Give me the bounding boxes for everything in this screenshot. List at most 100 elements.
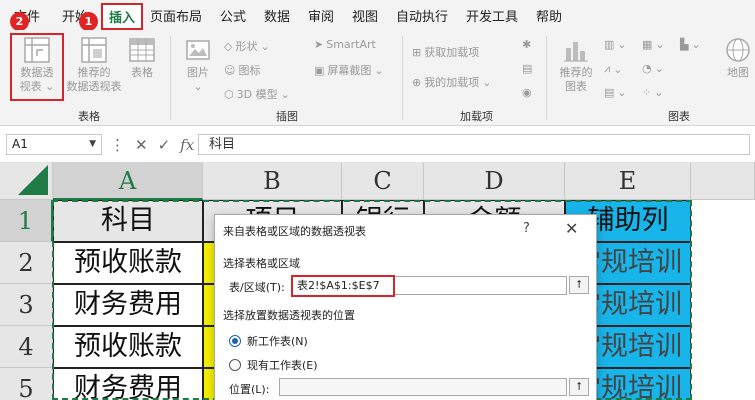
addin-extra-2[interactable]: ▤ [522, 62, 532, 75]
range-label: 表/区域(T): [229, 281, 285, 294]
section-select-range: 选择表格或区域 [223, 257, 300, 270]
get-addins-button[interactable]: ⊞ 获取加载项 [412, 44, 479, 60]
tab-automate[interactable]: 自动执行 [396, 6, 448, 25]
scatter-chart-icon: ⁘ [642, 86, 652, 99]
table-button[interactable]: 表格 [124, 36, 160, 80]
recommended-pivot-button[interactable]: 推荐的 数据透视表 [64, 36, 124, 94]
hierarchy-chart-icon: ▦ [642, 38, 653, 51]
waterfall-chart-button[interactable]: ▙ ⌄ [680, 38, 701, 51]
cell-a1[interactable]: 科目 [53, 200, 203, 242]
tab-view[interactable]: 视图 [352, 6, 378, 25]
section-location: 选择放置数据透视表的位置 [223, 309, 355, 322]
range-input[interactable]: 表2!$A$1:$E$7 [291, 275, 395, 297]
my-addins-button[interactable]: ⊕ 我的加载项 ⌄ [412, 74, 491, 90]
recommended-chart-icon [564, 42, 588, 62]
table-icon [129, 38, 155, 62]
row-header-3[interactable]: 3 [0, 284, 53, 326]
shapes-button[interactable]: ◇ 形状 ⌄ [224, 38, 270, 54]
recommended-pivot-label-1: 推荐的 [77, 66, 111, 79]
illustrations-group-label: 插图 [276, 110, 298, 123]
row-header-4[interactable]: 4 [0, 326, 53, 368]
tab-formulas[interactable]: 公式 [220, 6, 246, 25]
icons-label: 图标 [238, 64, 261, 77]
3d-model-button[interactable]: ⬡ 3D 模型 ⌄ [224, 86, 290, 102]
smartart-icon: ➤ [314, 38, 324, 51]
radio-selected-icon [229, 335, 241, 347]
column-header-c[interactable]: C [342, 162, 424, 200]
formula-bar-actions: ⋮ ✕ ✓ fx [110, 134, 194, 155]
location-label: 位置(L): [229, 383, 270, 396]
table-label: 表格 [131, 66, 153, 79]
cancel-icon[interactable]: ✕ [135, 136, 148, 154]
map-chart-button[interactable]: 地图 [722, 36, 754, 80]
tab-page-layout[interactable]: 页面布局 [150, 6, 202, 25]
addins-group-label: 加载项 [460, 110, 493, 123]
column-chart-button[interactable]: ▥ ⌄ [604, 38, 627, 51]
scatter-chart-button[interactable]: ⁘ ⌄ [642, 86, 663, 99]
smartart-button[interactable]: ➤ SmartArt [314, 38, 376, 51]
cell-a5[interactable]: 财务费用 [53, 368, 203, 400]
help-icon[interactable]: ? [523, 221, 530, 236]
close-icon[interactable]: ✕ [565, 219, 578, 238]
recommended-charts-label-2: 图表 [565, 80, 587, 93]
shapes-label: 形状 [235, 40, 258, 53]
row-header-5[interactable]: 5 [0, 368, 53, 400]
3d-model-label: 3D 模型 [236, 88, 278, 101]
addin-icon: ⊕ [412, 75, 422, 89]
picture-icon [186, 40, 210, 60]
enter-icon[interactable]: ✓ [158, 136, 171, 154]
line-chart-button[interactable]: ⩘ ⌄ [604, 62, 622, 76]
row-header-1[interactable]: 1 [0, 200, 53, 242]
tab-insert[interactable]: 插入 [101, 3, 144, 33]
cell-a2[interactable]: 预收账款 [53, 242, 203, 284]
bar-chart-button[interactable]: ▤ ⌄ [604, 86, 627, 99]
recommended-pivot-icon [81, 37, 107, 63]
group-separator [170, 36, 171, 120]
name-box-value: A1 [12, 137, 28, 151]
radio-new-sheet[interactable]: 新工作表(N) [229, 333, 308, 349]
formula-bar: A1 ▼ ⋮ ✕ ✓ fx 科目 [0, 128, 755, 160]
column-header-b[interactable]: B [203, 162, 342, 200]
screenshot-button[interactable]: ▣ 屏幕截图 ⌄ [314, 62, 384, 78]
pivot-label-1: 数据透 [20, 66, 54, 79]
radio-existing-sheet-label: 现有工作表(E) [247, 359, 318, 372]
cell-a4[interactable]: 预收账款 [53, 326, 203, 368]
location-collapse-button[interactable]: ⭡ [569, 378, 589, 396]
chevron-down-icon: ▼ [89, 139, 96, 149]
column-chart-icon: ▥ [604, 38, 615, 51]
name-box[interactable]: A1 ▼ [6, 134, 102, 155]
location-input[interactable] [279, 378, 567, 396]
formula-input[interactable]: 科目 [198, 134, 750, 155]
radio-existing-sheet[interactable]: 现有工作表(E) [229, 357, 318, 373]
addin-extra-3[interactable]: ◉ [522, 86, 532, 99]
tab-review[interactable]: 审阅 [308, 6, 334, 25]
cell-a3[interactable]: 财务费用 [53, 284, 203, 326]
waterfall-chart-icon: ▙ [680, 38, 689, 51]
picture-label: 图片 [187, 66, 209, 79]
tab-data[interactable]: 数据 [264, 6, 290, 25]
icons-button[interactable]: ☺ 图标 [224, 62, 260, 78]
select-all-icon [18, 165, 48, 195]
insert-function-icon[interactable]: fx [180, 136, 194, 154]
select-all-button[interactable] [0, 162, 53, 200]
recommended-charts-button[interactable]: 推荐的 图表 [554, 36, 598, 94]
column-header-e[interactable]: E [565, 162, 691, 200]
addin-extra-1[interactable]: ✱ [522, 38, 531, 51]
map-label: 地图 [727, 66, 749, 79]
tab-developer[interactable]: 开发工具 [466, 6, 518, 25]
picture-button[interactable]: 图片 ⌄ [180, 36, 216, 94]
smartart-label: SmartArt [326, 38, 376, 51]
pivot-table-button[interactable]: 数据透 视表 ⌄ [12, 36, 62, 94]
collapse-icon: ⭡ [576, 278, 582, 291]
column-header-a[interactable]: A [53, 162, 203, 200]
hierarchy-chart-button[interactable]: ▦ ⌄ [642, 38, 665, 51]
row-header-2[interactable]: 2 [0, 242, 53, 284]
column-header-d[interactable]: D [424, 162, 565, 200]
dialog-title: 来自表格或区域的数据透视表 [223, 225, 366, 238]
pivot-label-2: 视表 [19, 80, 42, 93]
range-input-extension[interactable] [395, 276, 567, 295]
range-collapse-button[interactable]: ⭡ [569, 276, 589, 294]
column-header-f[interactable] [691, 162, 755, 200]
tab-help[interactable]: 帮助 [536, 6, 562, 25]
pie-chart-button[interactable]: ◔ ⌄ [642, 62, 664, 75]
